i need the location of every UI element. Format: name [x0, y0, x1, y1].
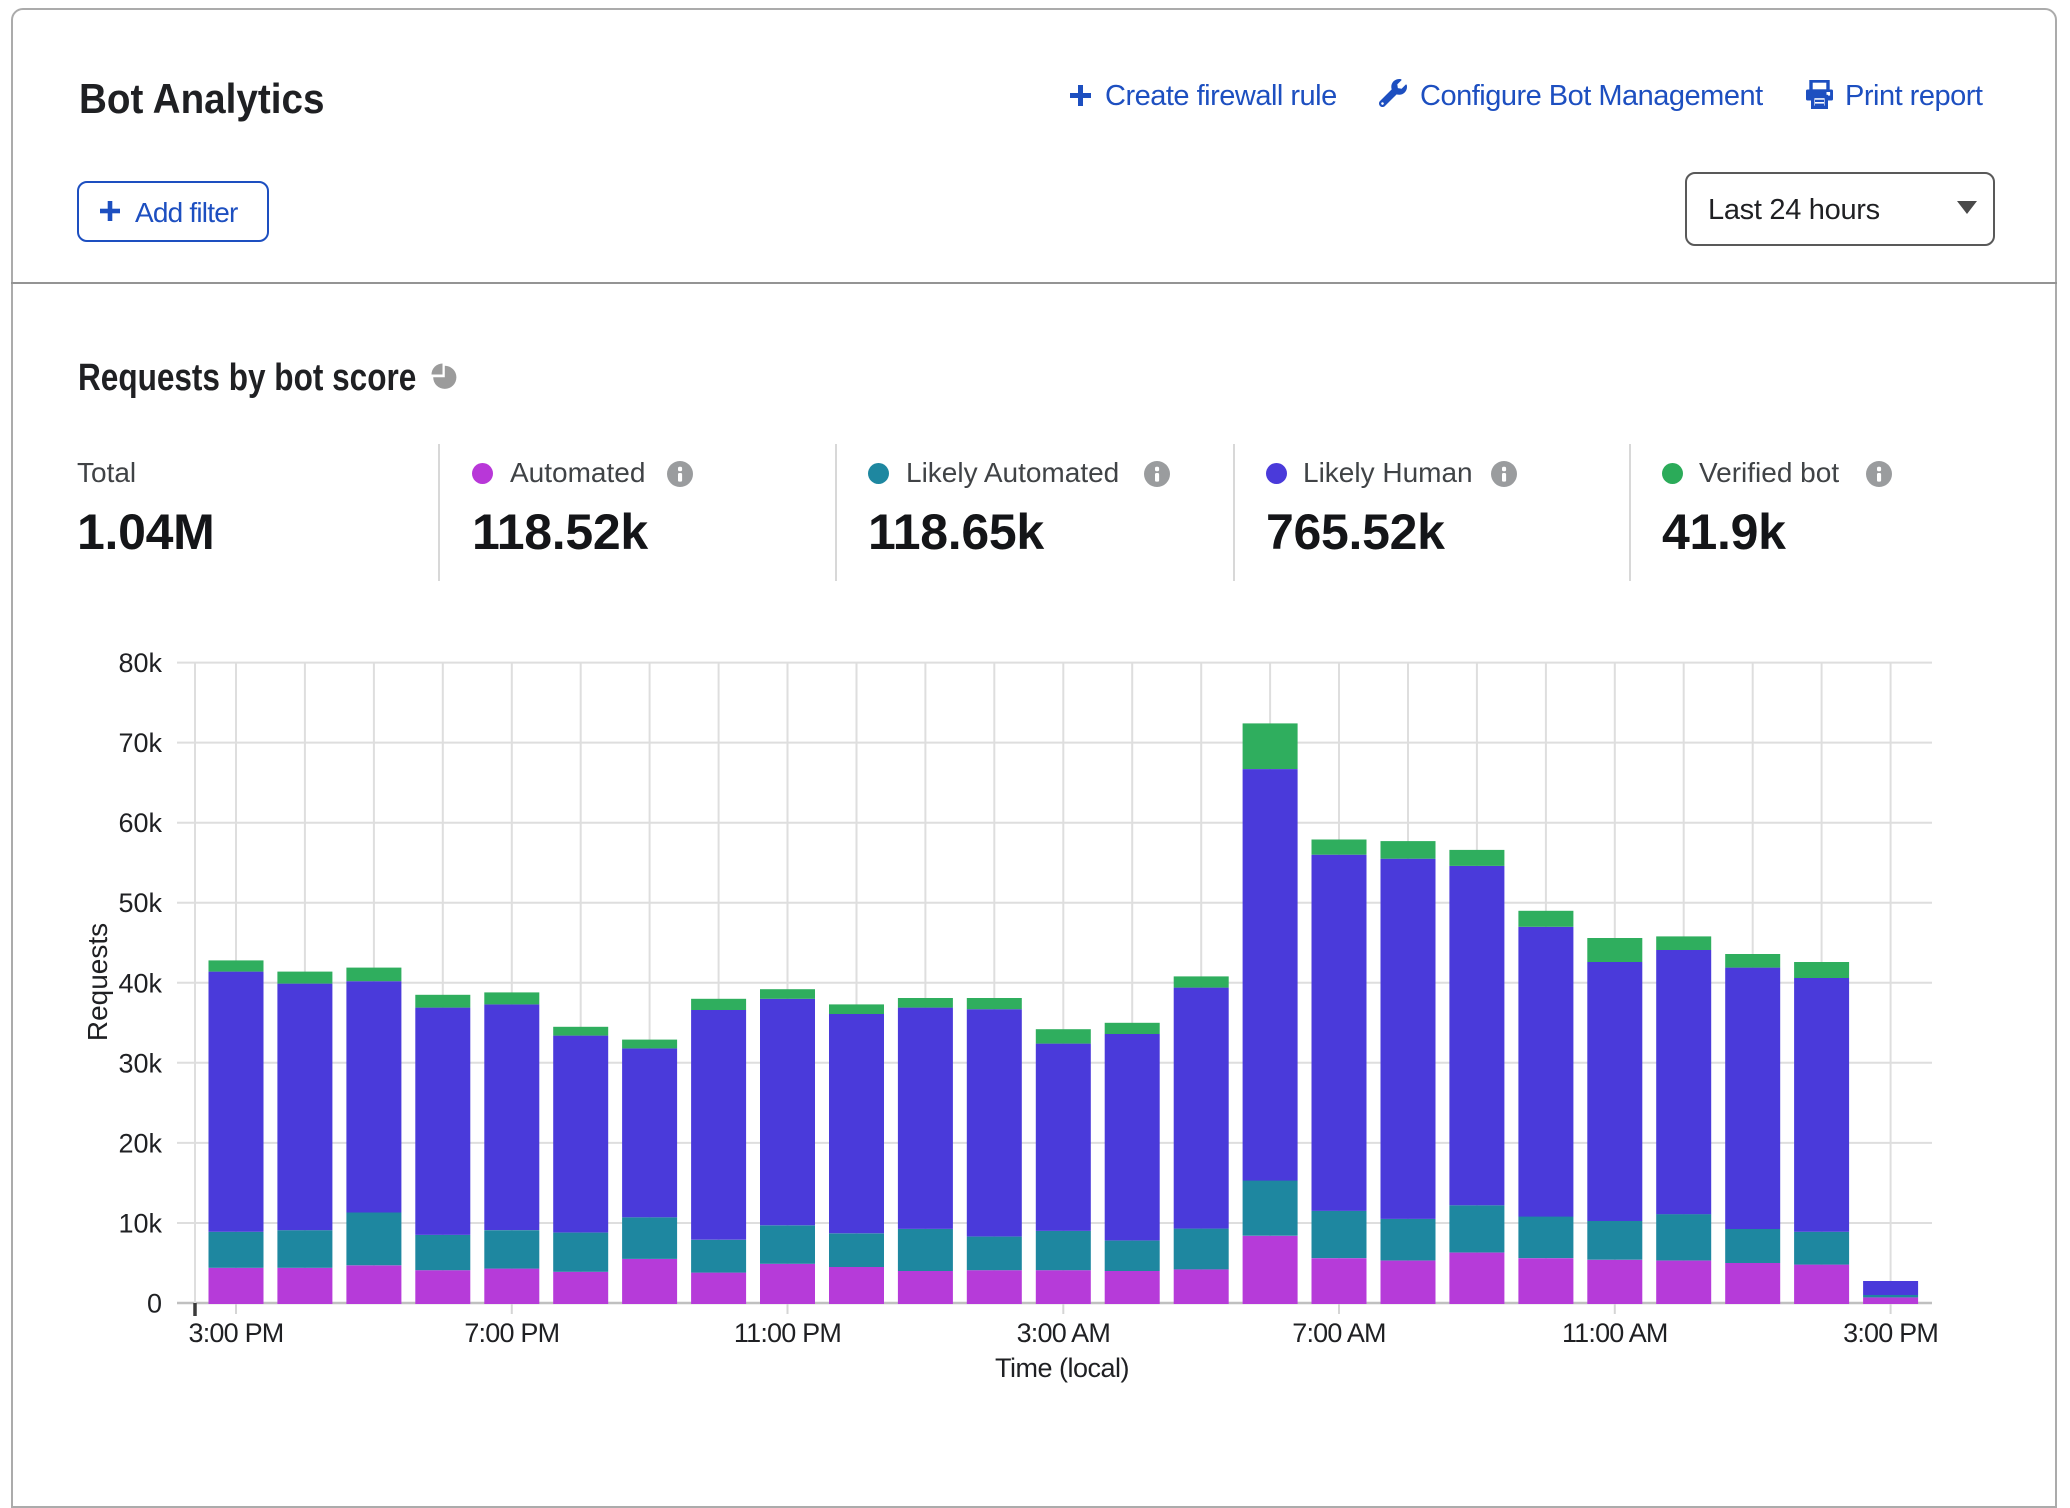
svg-text:50k: 50k: [118, 888, 162, 918]
svg-text:80k: 80k: [118, 648, 162, 678]
svg-text:Requests: Requests: [82, 923, 113, 1041]
svg-text:0: 0: [147, 1289, 162, 1319]
svg-text:11:00 AM: 11:00 AM: [1562, 1318, 1668, 1348]
svg-text:60k: 60k: [118, 808, 162, 838]
svg-text:40k: 40k: [118, 968, 162, 998]
svg-text:7:00 AM: 7:00 AM: [1292, 1318, 1385, 1348]
svg-text:11:00 PM: 11:00 PM: [734, 1318, 841, 1348]
svg-text:3:00 AM: 3:00 AM: [1017, 1318, 1110, 1348]
svg-text:3:00 PM: 3:00 PM: [189, 1318, 284, 1348]
svg-text:3:00 PM: 3:00 PM: [1843, 1318, 1938, 1348]
svg-text:30k: 30k: [118, 1048, 162, 1078]
svg-text:20k: 20k: [118, 1128, 162, 1158]
svg-text:70k: 70k: [118, 728, 162, 758]
svg-text:Time (local): Time (local): [995, 1353, 1129, 1383]
svg-text:7:00 PM: 7:00 PM: [464, 1318, 559, 1348]
svg-text:10k: 10k: [118, 1209, 162, 1239]
